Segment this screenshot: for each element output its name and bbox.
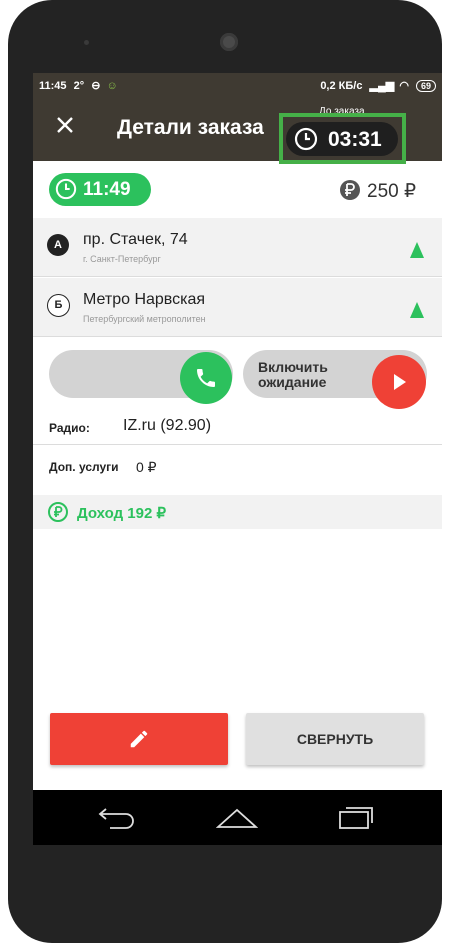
wait-label: Включить ожидание	[258, 360, 368, 390]
extra-services-row: Доп. услуги 0 ₽	[33, 445, 442, 495]
back-icon[interactable]	[96, 805, 136, 831]
status-left: 11:45 2° ⊖ ☺	[39, 79, 118, 92]
start-waiting-button[interactable]	[372, 355, 426, 409]
order-time-row: 11:49 250 ₽	[33, 161, 442, 218]
marker-a: А	[47, 234, 69, 256]
status-time: 11:45	[39, 80, 67, 92]
wifi-icon: ◠	[399, 80, 409, 92]
recent-apps-icon[interactable]	[336, 806, 376, 830]
address-main: пр. Стачек, 74	[83, 231, 188, 248]
status-temperature: 2°	[73, 80, 85, 92]
phone-camera	[220, 33, 238, 51]
car-icon: ⊖	[91, 80, 101, 92]
address-main: Метро Нарвская	[83, 291, 206, 308]
status-right: 0,2 КБ/с ▂▄▆ ◠ 69	[320, 79, 436, 92]
call-button[interactable]	[180, 352, 232, 404]
address-pickup[interactable]: А пр. Стачек, 74 г. Санкт-Петербург	[33, 218, 442, 277]
address-sub: г. Санкт-Петербург	[83, 254, 161, 264]
income-value: Доход 192 ₽	[77, 505, 167, 522]
close-icon[interactable]	[53, 113, 77, 137]
order-price: 250 ₽	[367, 181, 417, 202]
navigate-arrow-icon[interactable]	[410, 302, 424, 318]
pencil-icon	[130, 730, 148, 748]
edit-button[interactable]	[50, 713, 228, 765]
battery-icon: 69	[415, 80, 436, 92]
navigate-arrow-icon[interactable]	[410, 242, 424, 258]
status-bar: 11:45 2° ⊖ ☺ 0,2 КБ/с ▂▄▆ ◠ 69	[33, 73, 442, 97]
play-icon	[394, 374, 406, 390]
marker-b: Б	[47, 294, 70, 317]
wait-label-line2: ожидание	[258, 374, 327, 390]
system-nav-bar	[33, 790, 442, 845]
app-notification-icon: ☺	[106, 80, 118, 92]
phone-sensor	[84, 40, 89, 45]
page-title: Детали заказа	[117, 116, 264, 139]
address-destination[interactable]: Б Метро Нарвская Петербургский метрополи…	[33, 278, 442, 337]
home-icon[interactable]	[216, 807, 258, 829]
income-icon	[48, 502, 68, 522]
order-time: 11:49	[83, 179, 131, 200]
radio-label: Радио:	[49, 421, 90, 435]
address-sub: Петербургский метрополитен	[83, 314, 206, 324]
extra-services-label: Доп. услуги	[49, 460, 119, 474]
signal-icon: ▂▄▆	[369, 80, 395, 92]
order-time-badge: 11:49	[49, 173, 151, 206]
order-price-wrap: 250 ₽	[340, 180, 416, 203]
wait-label-line1: Включить	[258, 359, 328, 375]
collapse-button[interactable]: СВЕРНУТЬ	[246, 713, 424, 765]
network-speed: 0,2 КБ/с	[320, 80, 363, 92]
screen: 11:45 2° ⊖ ☺ 0,2 КБ/с ▂▄▆ ◠ 69 Детали за…	[33, 73, 442, 845]
income-row: Доход 192 ₽	[33, 495, 442, 529]
radio-value: IZ.ru (92.90)	[123, 417, 212, 434]
price-highlight-box	[279, 113, 406, 164]
phone-icon	[197, 369, 215, 387]
radio-row: Радио: IZ.ru (92.90)	[33, 409, 442, 445]
extra-services-value: 0 ₽	[136, 459, 157, 475]
collapse-label: СВЕРНУТЬ	[296, 731, 374, 747]
clock-icon	[55, 178, 77, 200]
